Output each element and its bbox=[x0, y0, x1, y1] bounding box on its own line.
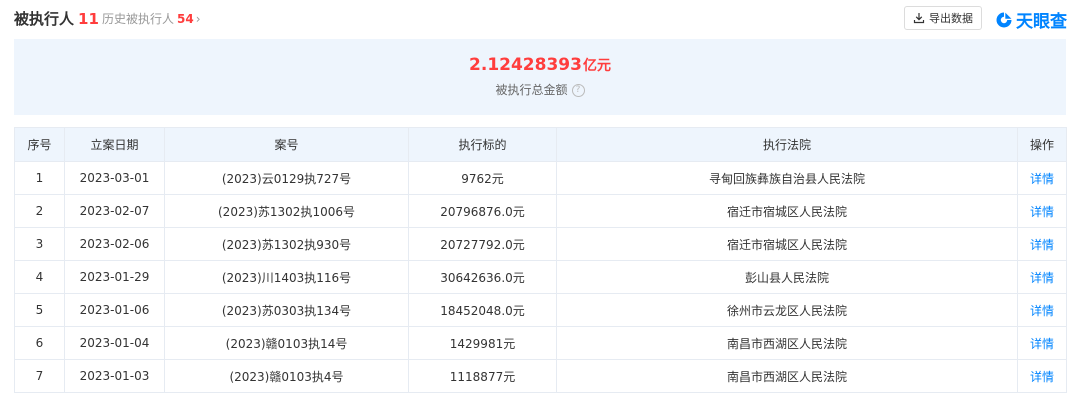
cell-amount: 20727792.0元 bbox=[408, 227, 557, 261]
total-amount-value: 2.12428393 bbox=[469, 55, 582, 75]
cell-no: 2 bbox=[14, 194, 65, 228]
cell-court: 寻甸回族彝族自治县人民法院 bbox=[556, 161, 1018, 195]
question-circle-icon[interactable]: ? bbox=[571, 84, 585, 97]
cell-court: 宿迁市宿城区人民法院 bbox=[556, 194, 1018, 228]
total-amount-unit: 亿元 bbox=[582, 58, 611, 74]
table-row: 3 2023-02-06 (2023)苏1302执930号 20727792.0… bbox=[14, 227, 1067, 261]
column-header-amount: 执行标的 bbox=[408, 127, 557, 162]
cell-amount: 1429981元 bbox=[408, 326, 557, 360]
cell-no: 6 bbox=[14, 326, 65, 360]
download-icon bbox=[913, 13, 925, 24]
export-label: 导出数据 bbox=[929, 12, 973, 25]
cell-amount: 9762元 bbox=[408, 161, 557, 195]
section-header: 被执行人 11 历史被执行人 54 › 导出数据 天眼查 bbox=[0, 0, 1080, 38]
details-link[interactable]: 详情 bbox=[1030, 337, 1054, 351]
section-title: 被执行人 11 bbox=[14, 8, 99, 29]
column-header-case: 案号 bbox=[164, 127, 409, 162]
cell-action: 详情 bbox=[1017, 194, 1067, 228]
details-link[interactable]: 详情 bbox=[1030, 205, 1054, 219]
cell-action: 详情 bbox=[1017, 359, 1067, 393]
cell-case: (2023)苏1302执1006号 bbox=[164, 194, 409, 228]
chevron-right-icon: › bbox=[195, 12, 201, 26]
cell-date: 2023-01-03 bbox=[64, 359, 165, 393]
column-header-action: 操作 bbox=[1017, 127, 1067, 162]
cell-case: (2023)川1403执116号 bbox=[164, 260, 409, 294]
cell-date: 2023-02-06 bbox=[64, 227, 165, 261]
cell-amount: 18452048.0元 bbox=[408, 293, 557, 327]
column-header-date: 立案日期 bbox=[64, 127, 165, 162]
cell-action: 详情 bbox=[1017, 260, 1067, 294]
cell-date: 2023-01-06 bbox=[64, 293, 165, 327]
cell-court: 宿迁市宿城区人民法院 bbox=[556, 227, 1018, 261]
export-data-button[interactable]: 导出数据 bbox=[904, 6, 982, 30]
brand-logo: 天眼查 bbox=[995, 7, 1067, 32]
history-label: 历史被执行人 bbox=[102, 12, 175, 26]
column-header-no: 序号 bbox=[14, 127, 65, 162]
cell-case: (2023)云0129执727号 bbox=[164, 161, 409, 195]
cell-case: (2023)苏1302执930号 bbox=[164, 227, 409, 261]
cell-date: 2023-01-29 bbox=[64, 260, 165, 294]
cell-date: 2023-02-07 bbox=[64, 194, 165, 228]
cell-case: (2023)赣0103执14号 bbox=[164, 326, 409, 360]
cell-court: 南昌市西湖区人民法院 bbox=[556, 326, 1018, 360]
cell-date: 2023-03-01 bbox=[64, 161, 165, 195]
total-amount-label-text: 被执行总金额 bbox=[495, 83, 568, 97]
cell-action: 详情 bbox=[1017, 293, 1067, 327]
table-row: 7 2023-01-03 (2023)赣0103执4号 1118877元 南昌市… bbox=[14, 359, 1067, 393]
cell-amount: 20796876.0元 bbox=[408, 194, 557, 228]
cell-action: 详情 bbox=[1017, 161, 1067, 195]
cell-action: 详情 bbox=[1017, 227, 1067, 261]
section-title-count: 11 bbox=[78, 10, 99, 28]
history-executee-link[interactable]: 历史被执行人 54 › bbox=[102, 10, 201, 27]
table-row: 1 2023-03-01 (2023)云0129执727号 9762元 寻甸回族… bbox=[14, 161, 1067, 195]
cell-no: 7 bbox=[14, 359, 65, 393]
cell-no: 4 bbox=[14, 260, 65, 294]
details-link[interactable]: 详情 bbox=[1030, 238, 1054, 252]
details-link[interactable]: 详情 bbox=[1030, 304, 1054, 318]
cell-case: (2023)苏0303执134号 bbox=[164, 293, 409, 327]
total-amount-label: 被执行总金额? bbox=[14, 81, 1066, 98]
details-link[interactable]: 详情 bbox=[1030, 370, 1054, 384]
history-count: 54 bbox=[177, 12, 194, 26]
details-link[interactable]: 详情 bbox=[1030, 172, 1054, 186]
table-row: 5 2023-01-06 (2023)苏0303执134号 18452048.0… bbox=[14, 293, 1067, 327]
brand-name: 天眼查 bbox=[1016, 12, 1067, 32]
cell-date: 2023-01-04 bbox=[64, 326, 165, 360]
section-title-label: 被执行人 bbox=[14, 10, 75, 28]
column-header-court: 执行法院 bbox=[556, 127, 1018, 162]
cell-no: 1 bbox=[14, 161, 65, 195]
details-link[interactable]: 详情 bbox=[1030, 271, 1054, 285]
table-header-row: 序号 立案日期 案号 执行标的 执行法院 操作 bbox=[14, 127, 1067, 162]
table-row: 6 2023-01-04 (2023)赣0103执14号 1429981元 南昌… bbox=[14, 326, 1067, 360]
cell-no: 5 bbox=[14, 293, 65, 327]
total-amount: 2.12428393亿元 bbox=[14, 55, 1066, 75]
cell-court: 南昌市西湖区人民法院 bbox=[556, 359, 1018, 393]
total-amount-summary: 2.12428393亿元 被执行总金额? bbox=[14, 39, 1066, 115]
executee-records-table: 序号 立案日期 案号 执行标的 执行法院 操作 1 2023-03-01 (20… bbox=[14, 127, 1067, 393]
tianyancha-logo-icon bbox=[996, 12, 1012, 27]
table-row: 4 2023-01-29 (2023)川1403执116号 30642636.0… bbox=[14, 260, 1067, 294]
cell-court: 徐州市云龙区人民法院 bbox=[556, 293, 1018, 327]
cell-amount: 1118877元 bbox=[408, 359, 557, 393]
cell-court: 彭山县人民法院 bbox=[556, 260, 1018, 294]
cell-action: 详情 bbox=[1017, 326, 1067, 360]
table-row: 2 2023-02-07 (2023)苏1302执1006号 20796876.… bbox=[14, 194, 1067, 228]
cell-case: (2023)赣0103执4号 bbox=[164, 359, 409, 393]
cell-no: 3 bbox=[14, 227, 65, 261]
cell-amount: 30642636.0元 bbox=[408, 260, 557, 294]
